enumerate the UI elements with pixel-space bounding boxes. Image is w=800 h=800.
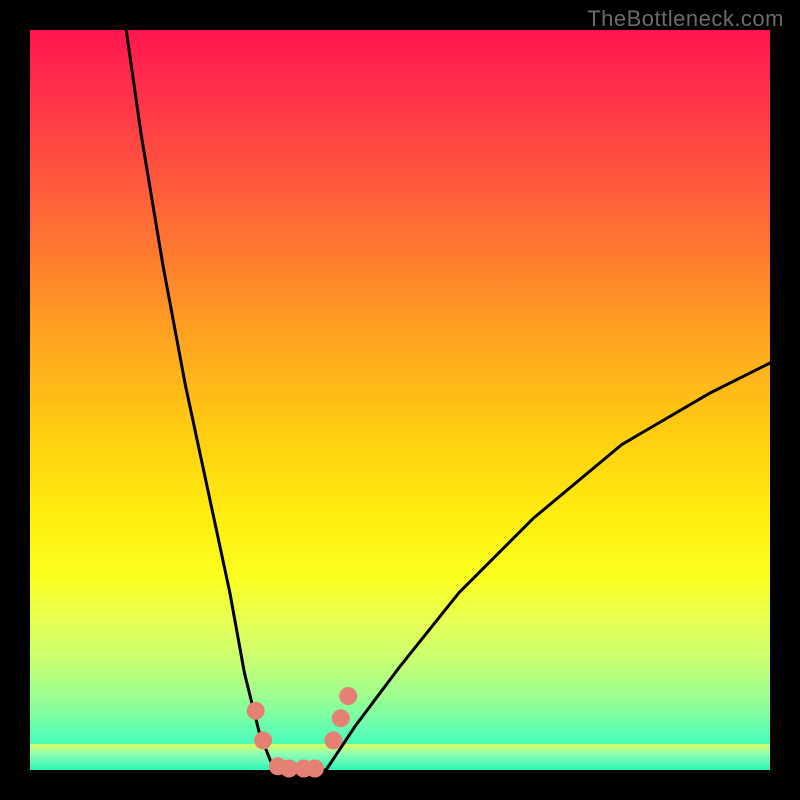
data-point-marker bbox=[306, 760, 324, 778]
data-point-marker bbox=[247, 702, 265, 720]
data-point-marker bbox=[339, 687, 357, 705]
data-point-marker bbox=[332, 709, 350, 727]
chart-frame: TheBottleneck.com bbox=[0, 0, 800, 800]
watermark-text: TheBottleneck.com bbox=[587, 6, 784, 32]
bottleneck-curve bbox=[126, 30, 770, 770]
data-point-marker bbox=[254, 731, 272, 749]
data-point-marker bbox=[324, 731, 342, 749]
curve-layer bbox=[30, 30, 770, 770]
